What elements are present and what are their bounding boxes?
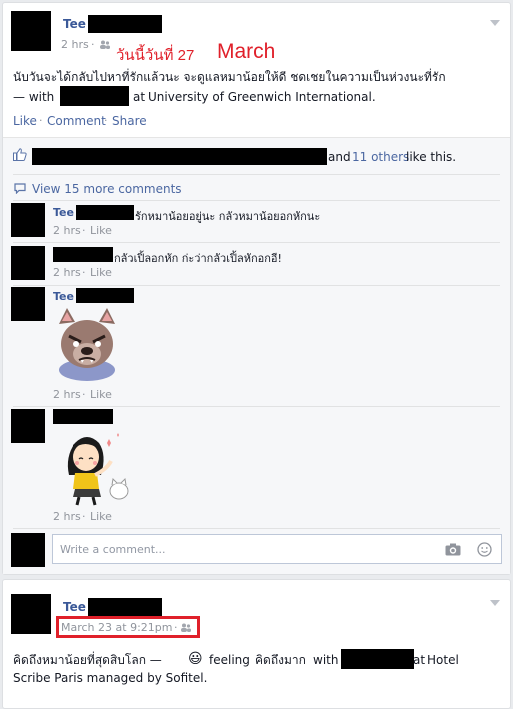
author-avatar[interactable]	[11, 11, 51, 51]
like-button[interactable]: Like	[13, 114, 37, 128]
likes-and: and	[328, 150, 351, 164]
view-more-comments-link[interactable]: View 15 more comments	[32, 182, 182, 196]
comment-input-placeholder: Write a comment...	[60, 543, 166, 556]
commenter-avatar[interactable]	[11, 409, 45, 443]
location-link-continued[interactable]: Scribe Paris managed by Sofitel.	[13, 668, 207, 688]
redacted-tagged-friend	[341, 649, 414, 669]
angry-dog-sticker	[59, 308, 115, 381]
redacted-name	[88, 15, 162, 33]
post-time[interactable]: 2 hrs	[61, 38, 89, 51]
comment-text: กลัวเปิ้ลอกหัก ก่ะว่ากลัวเปิ้ลหักอกอี!	[114, 252, 282, 265]
annotation-month: March	[217, 40, 276, 63]
divider	[13, 174, 500, 175]
comment-time[interactable]: 2 hrs	[53, 388, 81, 401]
location-link[interactable]: University of Greenwich International.	[148, 87, 376, 107]
post-card: Tee 2 hrs · วันนี้วันที่ 27 March นับวัน…	[2, 2, 511, 575]
comment-separator: ·	[82, 510, 86, 523]
comment-like-button[interactable]: Like	[90, 510, 112, 523]
comment-separator: ·	[82, 388, 86, 401]
comment-button[interactable]: Comment	[47, 114, 106, 128]
with-word: with	[313, 653, 339, 667]
commenter-avatar[interactable]	[11, 203, 45, 237]
audience-separator: ·	[91, 38, 95, 51]
friends-icon[interactable]	[180, 623, 191, 632]
post-text-line-1: นับวันจะได้กลับไปหาที่รักแล้วนะ จะดูแลหม…	[13, 70, 446, 84]
thumbs-up-icon	[13, 148, 27, 161]
divider	[13, 528, 500, 529]
comment-author[interactable]: Tee	[53, 206, 74, 219]
friends-icon[interactable]	[99, 40, 110, 49]
likes-others-link[interactable]: 11 others	[352, 150, 409, 164]
post-text: นับวันจะได้กลับไปหาที่รักแล้วนะ จะดูแลหม…	[13, 67, 503, 87]
share-button[interactable]: Share	[112, 114, 147, 128]
comment-like-button[interactable]: Like	[90, 224, 112, 237]
comment-input[interactable]: Write a comment...	[52, 534, 502, 564]
feeling-prefix: feeling	[209, 653, 250, 667]
with-prefix: — with	[13, 90, 55, 104]
action-separator: ·	[39, 114, 43, 127]
comment-separator: ·	[82, 266, 86, 279]
divider	[3, 137, 510, 138]
viewer-avatar	[11, 533, 45, 567]
chevron-down-icon[interactable]	[490, 20, 500, 26]
at-word: at	[413, 653, 426, 667]
redacted-likers	[32, 148, 327, 165]
post-text: คิดถึงหมาน้อยที่สุดสิบโลก —	[13, 653, 162, 667]
commenter-avatar[interactable]	[11, 287, 45, 321]
chevron-down-icon[interactable]	[490, 600, 500, 606]
divider	[13, 285, 500, 286]
divider	[13, 406, 500, 407]
redacted-name	[53, 247, 113, 262]
comment-time[interactable]: 2 hrs	[53, 510, 81, 523]
author-name[interactable]: Tee	[63, 17, 86, 31]
divider	[13, 200, 500, 201]
comment-separator: ·	[82, 224, 86, 237]
post-time[interactable]: March 23 at 9:21pm	[61, 621, 172, 634]
author-name[interactable]: Tee	[63, 600, 86, 614]
annotation-date-thai: วันนี้วันที่ 27	[116, 47, 195, 64]
redacted-name	[76, 205, 134, 220]
commenter-avatar[interactable]	[11, 246, 45, 280]
at-word: at	[133, 90, 146, 104]
action-separator: ·	[104, 114, 108, 127]
redacted-name	[53, 409, 113, 424]
camera-icon[interactable]	[445, 543, 461, 556]
redacted-name	[88, 598, 162, 616]
redacted-tagged-friend	[60, 86, 129, 106]
feeling-value: คิดถึงมาก	[255, 653, 306, 667]
audience-separator: ·	[174, 621, 178, 634]
post-card: Tee March 23 at 9:21pm · คิดถึงหมาน้อยที…	[2, 579, 511, 709]
feeling-emoji-icon: 😃	[188, 651, 203, 667]
emoji-icon[interactable]	[477, 542, 492, 557]
comment-bubble-icon	[14, 183, 26, 194]
comment-time[interactable]: 2 hrs	[53, 224, 81, 237]
divider	[13, 242, 500, 243]
likes-suffix: like this.	[406, 150, 457, 164]
girl-cat-sticker	[67, 433, 129, 506]
comment-author[interactable]: Tee	[53, 290, 74, 303]
comment-text: รักหมาน้อยอยู่นะ กลัวหมาน้อยอกหักนะ	[135, 210, 321, 223]
comment-like-button[interactable]: Like	[90, 388, 112, 401]
comment-time[interactable]: 2 hrs	[53, 266, 81, 279]
author-avatar[interactable]	[11, 594, 51, 634]
location-link[interactable]: Hotel	[427, 650, 459, 670]
redacted-name	[76, 288, 134, 303]
comment-like-button[interactable]: Like	[90, 266, 112, 279]
